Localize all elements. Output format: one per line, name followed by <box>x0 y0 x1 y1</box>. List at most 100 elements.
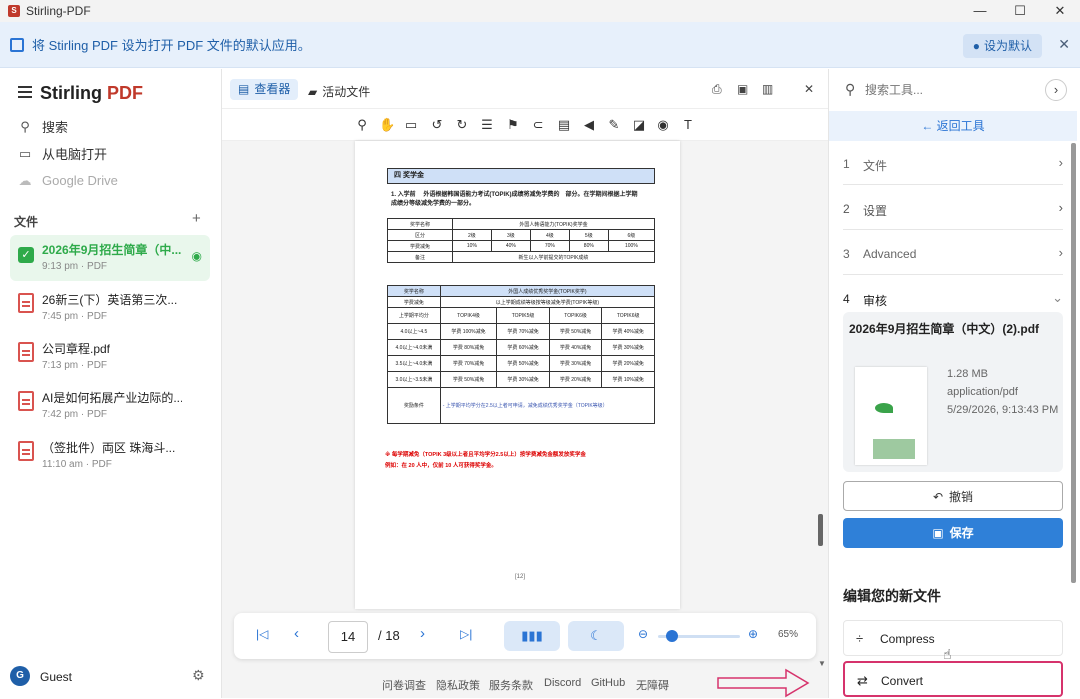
table-cell: 学费减免 <box>387 296 441 308</box>
eye-icon[interactable]: ◉ <box>192 249 202 263</box>
last-page-icon[interactable]: ▷| <box>460 627 472 641</box>
footer-link-survey[interactable]: 问卷调查 <box>382 677 426 693</box>
comment-icon[interactable]: ▤ <box>557 118 571 132</box>
table-cell: 学费 50%减免 <box>496 355 550 372</box>
audio-icon[interactable]: ◀ <box>582 118 596 132</box>
nav-open-local[interactable]: ▭ 从电脑打开 <box>0 140 222 167</box>
close-window-button[interactable]: ✕ <box>1040 0 1080 22</box>
scroll-down-icon[interactable]: ▼ <box>818 659 826 668</box>
pen-icon[interactable]: ✎ <box>607 118 621 132</box>
maximize-button[interactable]: ☐ <box>1000 0 1040 22</box>
set-default-button[interactable]: ● 设为默认 <box>962 34 1042 58</box>
search-icon[interactable]: ⚲ <box>355 118 369 132</box>
print-icon[interactable]: ⎙ <box>712 82 722 97</box>
step-settings[interactable]: 2 设置 › <box>843 186 1063 230</box>
zoom-slider[interactable] <box>658 630 740 642</box>
footer-link-terms[interactable]: 服务条款 <box>489 677 533 693</box>
eye-icon[interactable]: ◉ <box>656 118 670 132</box>
pdf-file-icon <box>18 342 34 362</box>
file-item[interactable]: 公司章程.pdf 7:13 pm · PDF <box>10 334 210 380</box>
chevron-right-icon[interactable]: › <box>1045 79 1067 101</box>
table-cell: 学费 30%减免 <box>496 371 550 388</box>
table-cell: TOPIK6级 <box>548 307 603 324</box>
first-page-icon[interactable]: |◁ <box>256 627 268 641</box>
nav-search-label: 搜索 <box>42 120 69 135</box>
page-paragraph: 1. 入学前 外语根据韩国语能力考试(TOPIK)成绩将减免学费的 部分。在学期… <box>391 192 638 207</box>
step-label: 审核 <box>863 294 888 308</box>
zoom-in-icon[interactable]: ⊕ <box>748 627 758 641</box>
left-sidebar: Stirling PDF ⚲ 搜索 ▭ 从电脑打开 ☁ Google Drive 文件… <box>0 69 222 698</box>
table-cell: 区分 <box>387 229 453 241</box>
nav-search[interactable]: ⚲ 搜索 <box>0 113 222 140</box>
banner-close-button[interactable]: ✕ <box>1058 36 1070 53</box>
footer-link-github[interactable]: GitHub <box>591 677 625 689</box>
folder-icon: ▭ <box>18 145 32 161</box>
table-cell: 学费 70%减免 <box>439 355 498 372</box>
tool-convert[interactable]: ⇄ Convert <box>843 661 1063 697</box>
step-label: Advanced <box>863 247 917 261</box>
pan-hand-icon[interactable]: ✋ <box>379 118 395 132</box>
back-to-tools-button[interactable]: ← 返回工具 <box>829 111 1077 141</box>
save-as-icon[interactable]: ▥ <box>762 82 773 96</box>
gear-icon[interactable]: ⚙ <box>192 667 205 684</box>
file-item-selected[interactable]: ✓ 2026年9月招生简章（中... 9:13 pm · PDF ◉ <box>10 235 210 281</box>
footer-link-accessibility[interactable]: 无障碍 <box>636 677 669 693</box>
review-file-date: 5/29/2026, 9:13:43 PM <box>947 404 1059 416</box>
tab-active-files[interactable]: ▰ 活动文件 <box>308 83 370 100</box>
next-page-icon[interactable]: › <box>420 625 425 642</box>
viewer-tabs: ▤ 查看器 ▰ 活动文件 ⎙ ▣ ▥ ✕ <box>222 69 828 109</box>
thumbnail-leaf-icon <box>875 403 893 413</box>
dual-page-button[interactable]: ▮▮▮ <box>504 621 560 651</box>
viewer-scrollbar-thumb[interactable] <box>818 514 823 546</box>
table-cell: 学费 40%减免 <box>601 323 655 340</box>
panel-scrollbar-thumb[interactable] <box>1071 143 1076 583</box>
list-icon[interactable]: ☰ <box>480 118 494 132</box>
zoom-out-icon[interactable]: ⊖ <box>638 627 648 641</box>
redact-icon[interactable]: ◪ <box>632 118 646 132</box>
file-item[interactable]: 26新三(下）英语第三次... 7:45 pm · PDF <box>10 285 210 331</box>
file-meta: 7:42 pm · PDF <box>42 409 108 420</box>
banner-text: 将 Stirling PDF 设为打开 PDF 文件的默认应用。 <box>32 38 311 53</box>
table-cell: 学费 70%减免 <box>496 323 550 340</box>
avatar[interactable]: G <box>10 666 30 686</box>
checkbox-checked-icon[interactable]: ✓ <box>18 247 34 263</box>
tool-compress[interactable]: ÷ Compress <box>843 620 1063 656</box>
table-cell: 学费 20%减免 <box>548 371 603 388</box>
files-heading: 文件 <box>14 215 39 229</box>
undo-button[interactable]: ↶ 撤销 <box>843 481 1063 511</box>
table-cell: 新生以入学前提交的TOPIK成绩 <box>451 251 656 263</box>
table-cell: 4.0以上~4.5 <box>387 323 441 340</box>
search-tools-input[interactable] <box>865 79 1035 101</box>
step-advanced[interactable]: 3 Advanced › <box>843 231 1063 275</box>
footer-link-privacy[interactable]: 隐私政策 <box>436 677 480 693</box>
file-item[interactable]: （签批件）両区 珠海斗... 11:10 am · PDF <box>10 433 210 479</box>
file-item[interactable]: AI是如何拓展产业边际的... 7:42 pm · PDF <box>10 383 210 429</box>
rotate-right-icon[interactable]: ↻ <box>455 118 469 132</box>
bookmark-icon[interactable]: ⚑ <box>506 118 520 132</box>
search-icon: ⚲ <box>20 118 30 134</box>
menu-icon[interactable] <box>18 86 32 98</box>
zoom-slider-thumb[interactable] <box>666 630 679 642</box>
page-number-input[interactable]: 14 <box>328 621 368 653</box>
add-file-button[interactable]: + <box>192 210 201 227</box>
prev-page-icon[interactable]: ‹ <box>294 625 299 642</box>
step-files[interactable]: 1 文件 › <box>843 141 1063 185</box>
ruler-icon[interactable]: ▭ <box>404 118 418 132</box>
table-cell: 2级 <box>451 229 492 241</box>
rotate-left-icon[interactable]: ↺ <box>430 118 444 132</box>
table-cell: 3.0以上~3.5未满 <box>387 371 441 388</box>
close-viewer-icon[interactable]: ✕ <box>804 82 814 96</box>
save-icon[interactable]: ▣ <box>737 82 748 96</box>
review-file-type: application/pdf <box>947 386 1018 398</box>
nav-google-drive[interactable]: ☁ Google Drive <box>0 167 222 194</box>
attachment-icon[interactable]: ⊂ <box>531 118 545 132</box>
save-button[interactable]: ▣ 保存 <box>843 518 1063 548</box>
night-mode-button[interactable]: ☾ <box>568 621 624 651</box>
footer-link-discord[interactable]: Discord <box>544 677 581 689</box>
pdf-page: 四 奖学金 1. 入学前 外语根据韩国语能力考试(TOPIK)成绩将减免学费的 … <box>355 141 680 609</box>
file-thumbnail <box>855 367 927 465</box>
edit-new-file-heading: 编辑您的新文件 <box>843 588 941 604</box>
minimize-button[interactable]: — <box>960 0 1000 22</box>
text-icon[interactable]: T <box>681 118 695 132</box>
tab-viewer[interactable]: ▤ 查看器 <box>230 79 299 100</box>
